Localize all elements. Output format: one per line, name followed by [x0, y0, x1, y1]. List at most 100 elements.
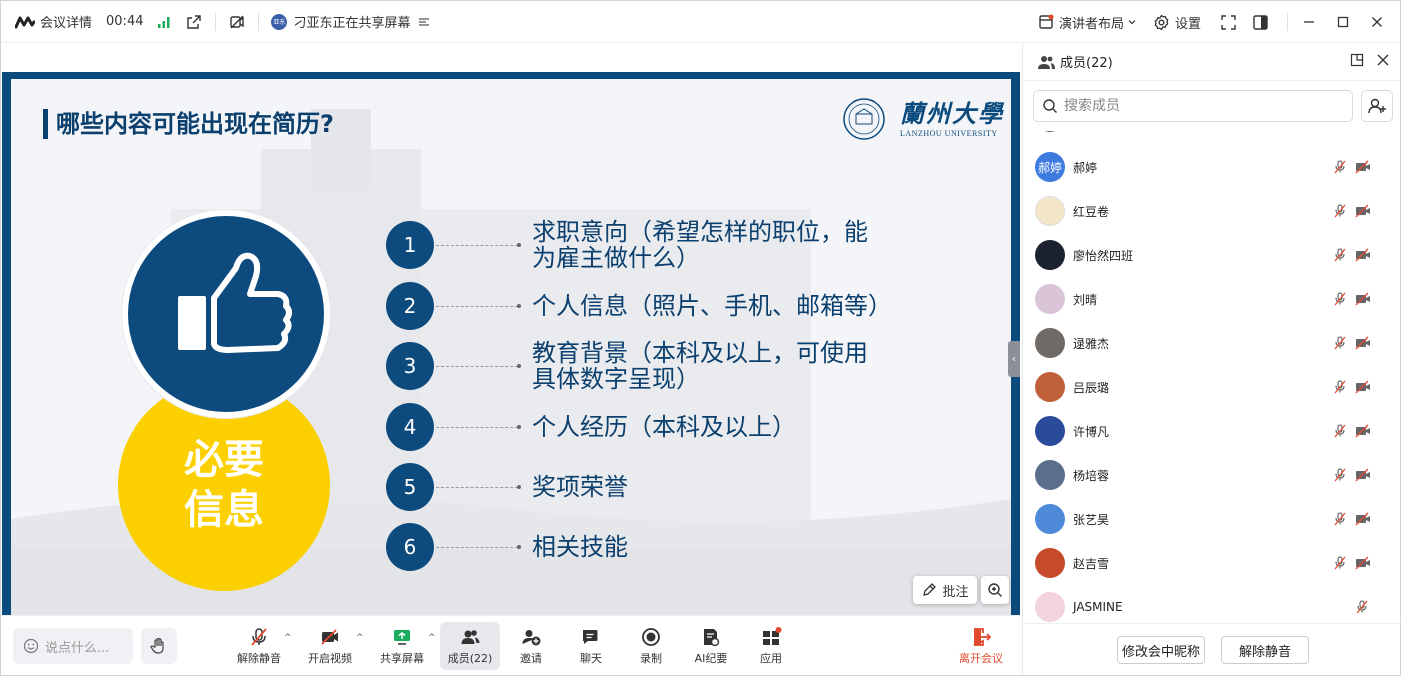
share-screen-label: 共享屏幕 [380, 652, 424, 665]
video-off-icon[interactable] [1355, 380, 1371, 394]
ai-minutes-button[interactable]: AI纪要 [681, 622, 741, 670]
settings-button[interactable]: 设置 [1153, 13, 1201, 32]
item-text: 个人信息（照片、手机、邮箱等） [532, 292, 892, 320]
dotted-connector [436, 303, 521, 308]
members-panel-title: 成员(22) [1060, 56, 1113, 71]
member-list-item[interactable]: 吕辰璐 [1023, 365, 1401, 409]
video-off-icon[interactable] [1355, 160, 1371, 174]
member-list-item[interactable]: 赵吉雪 [1023, 541, 1401, 585]
member-list-item[interactable]: 逯雅杰 [1023, 321, 1401, 365]
video-off-icon[interactable] [1355, 468, 1371, 482]
mic-muted-icon[interactable] [1333, 512, 1347, 526]
member-list-item[interactable]: 红豆卷 [1023, 189, 1401, 233]
search-icon [1043, 99, 1057, 113]
share-screen-button[interactable]: 共享屏幕 [372, 622, 432, 670]
settings-label: 设置 [1174, 16, 1201, 32]
member-list-item[interactable]: 杨培蓉 [1023, 453, 1401, 497]
member-list-item[interactable]: 刘晴 [1023, 277, 1401, 321]
mic-muted-icon[interactable] [1333, 292, 1347, 306]
start-video-button[interactable]: 开启视频 [300, 622, 360, 670]
member-list-item[interactable]: 廖怡然四班 [1023, 233, 1401, 277]
video-off-icon[interactable] [1355, 292, 1371, 306]
unmute-button[interactable]: 解除静音 [229, 622, 289, 670]
member-name: 张艺昊 [1073, 512, 1110, 527]
dotted-connector [436, 544, 521, 549]
blue-circle [122, 210, 330, 418]
rename-button[interactable]: 修改会中昵称 [1117, 636, 1205, 664]
dotted-connector [436, 484, 521, 489]
close-icon[interactable] [1368, 13, 1386, 31]
hide-video-icon[interactable] [228, 13, 246, 31]
add-member-button[interactable] [1361, 90, 1393, 122]
meeting-details-button[interactable]: 会议详情 [15, 12, 92, 31]
chat-button[interactable]: 聊天 [561, 622, 621, 670]
mic-muted-icon[interactable] [1333, 424, 1347, 438]
quick-chat-input[interactable]: 说点什么... [13, 628, 133, 664]
leave-meeting-button[interactable]: 离开会议 [951, 622, 1011, 670]
signal-icon[interactable] [155, 13, 173, 31]
chevron-left-icon: ‹ [1012, 353, 1016, 365]
mic-muted-icon[interactable] [1333, 556, 1347, 570]
video-options-chevron-icon[interactable]: ^ [356, 633, 364, 643]
video-off-icon[interactable] [1355, 336, 1371, 350]
share-options-chevron-icon[interactable]: ^ [428, 633, 436, 643]
member-search-input[interactable] [1064, 98, 1334, 114]
sharing-status[interactable]: 亚东 刁亚东正在共享屏幕 [271, 12, 430, 31]
item-text: 教育背景（本科及以上，可使用 具体数字呈现） [532, 340, 868, 392]
members-button[interactable]: 成员(22) [440, 622, 500, 670]
item-number-badge: 4 [386, 403, 434, 451]
video-off-icon[interactable] [1355, 248, 1371, 262]
layout-button[interactable]: 演讲者布局 [1038, 13, 1137, 32]
pen-icon [923, 583, 937, 596]
mic-muted-icon[interactable] [1333, 336, 1347, 350]
mic-muted-icon[interactable] [1333, 248, 1347, 262]
sharer-avatar-icon: 亚东 [271, 13, 288, 30]
divider [215, 12, 217, 31]
mic-muted-icon[interactable] [1333, 204, 1347, 218]
video-off-icon[interactable] [1355, 512, 1371, 526]
raise-hand-icon [150, 637, 164, 654]
dotted-connector [436, 242, 521, 247]
maximize-icon[interactable] [1334, 13, 1352, 31]
member-list-item[interactable]: 张艺昊 [1023, 497, 1401, 541]
member-list-item[interactable] [1023, 131, 1401, 139]
unmute-self-button[interactable]: 解除静音 [1221, 636, 1309, 664]
dotted-connector [436, 363, 521, 368]
minimize-icon[interactable] [1300, 13, 1318, 31]
close-panel-icon[interactable] [1376, 53, 1390, 71]
members-panel-header: 成员(22) [1023, 43, 1400, 81]
pop-out-icon[interactable] [185, 13, 203, 31]
record-button[interactable]: 录制 [621, 622, 681, 670]
chevron-down-icon [1128, 20, 1136, 25]
video-off-icon[interactable] [1355, 556, 1371, 570]
audio-options-chevron-icon[interactable]: ^ [284, 633, 292, 643]
zoom-button[interactable] [981, 576, 1009, 604]
member-list-item[interactable]: JASMINE [1023, 585, 1401, 623]
mic-muted-icon[interactable] [1333, 380, 1347, 394]
mic-muted-icon[interactable] [1355, 600, 1369, 614]
members-label: 成员(22) [447, 652, 493, 665]
video-off-icon[interactable] [1355, 424, 1371, 438]
member-list-item[interactable]: 郝婷 郝婷 [1023, 145, 1401, 189]
raise-hand-button[interactable] [141, 628, 177, 664]
sharing-status-text: 刁亚东正在共享屏幕 [293, 16, 411, 31]
invite-button[interactable]: 邀请 [501, 622, 561, 670]
mic-muted-icon[interactable] [1333, 468, 1347, 482]
dotted-connector [436, 424, 521, 429]
member-avatar [1035, 372, 1065, 402]
item-number-badge: 6 [386, 523, 434, 571]
collapse-panel-handle[interactable]: ‹ [1008, 341, 1020, 377]
fullscreen-icon[interactable] [1219, 13, 1237, 31]
member-avatar [1035, 460, 1065, 490]
apps-button[interactable]: 应用 [741, 622, 801, 670]
sidebar-toggle-icon[interactable] [1251, 13, 1269, 31]
annotate-button[interactable]: 批注 [913, 576, 977, 604]
mic-muted-icon [251, 628, 267, 646]
member-list-item[interactable]: 许博凡 [1023, 409, 1401, 453]
meeting-timer: 00:44 [106, 14, 144, 29]
pop-out-panel-icon[interactable] [1350, 53, 1364, 71]
mic-muted-icon[interactable] [1333, 160, 1347, 174]
member-name: 郝婷 [1073, 160, 1098, 175]
member-search-box[interactable] [1033, 90, 1353, 122]
video-off-icon[interactable] [1355, 204, 1371, 218]
